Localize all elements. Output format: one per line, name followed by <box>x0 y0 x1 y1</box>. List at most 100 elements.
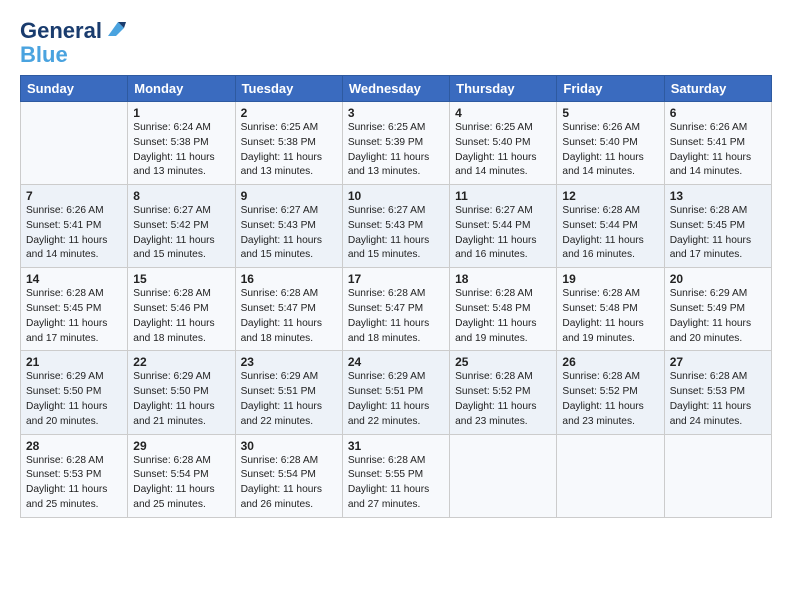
day-number: 16 <box>241 272 337 286</box>
day-info: Sunrise: 6:28 AM Sunset: 5:53 PM Dayligh… <box>26 454 122 513</box>
calendar-cell <box>557 434 664 517</box>
calendar-cell: 16Sunrise: 6:28 AM Sunset: 5:47 PM Dayli… <box>235 268 342 351</box>
day-number: 2 <box>241 106 337 120</box>
day-number: 10 <box>348 189 444 203</box>
calendar-cell: 11Sunrise: 6:27 AM Sunset: 5:44 PM Dayli… <box>450 185 557 268</box>
calendar-cell: 28Sunrise: 6:28 AM Sunset: 5:53 PM Dayli… <box>21 434 128 517</box>
day-info: Sunrise: 6:28 AM Sunset: 5:48 PM Dayligh… <box>562 287 658 346</box>
weekday-header: Wednesday <box>342 76 449 102</box>
day-number: 7 <box>26 189 122 203</box>
header: General Blue <box>20 18 772 67</box>
day-number: 19 <box>562 272 658 286</box>
day-number: 24 <box>348 355 444 369</box>
day-number: 17 <box>348 272 444 286</box>
day-info: Sunrise: 6:25 AM Sunset: 5:40 PM Dayligh… <box>455 121 551 180</box>
calendar-cell: 23Sunrise: 6:29 AM Sunset: 5:51 PM Dayli… <box>235 351 342 434</box>
calendar-cell: 7Sunrise: 6:26 AM Sunset: 5:41 PM Daylig… <box>21 185 128 268</box>
calendar-week-row: 14Sunrise: 6:28 AM Sunset: 5:45 PM Dayli… <box>21 268 772 351</box>
calendar-cell <box>450 434 557 517</box>
day-info: Sunrise: 6:28 AM Sunset: 5:48 PM Dayligh… <box>455 287 551 346</box>
day-info: Sunrise: 6:26 AM Sunset: 5:41 PM Dayligh… <box>670 121 766 180</box>
weekday-header: Tuesday <box>235 76 342 102</box>
calendar-cell: 18Sunrise: 6:28 AM Sunset: 5:48 PM Dayli… <box>450 268 557 351</box>
calendar-cell: 5Sunrise: 6:26 AM Sunset: 5:40 PM Daylig… <box>557 102 664 185</box>
day-info: Sunrise: 6:28 AM Sunset: 5:53 PM Dayligh… <box>670 370 766 429</box>
calendar-cell: 10Sunrise: 6:27 AM Sunset: 5:43 PM Dayli… <box>342 185 449 268</box>
calendar-cell: 8Sunrise: 6:27 AM Sunset: 5:42 PM Daylig… <box>128 185 235 268</box>
day-info: Sunrise: 6:28 AM Sunset: 5:46 PM Dayligh… <box>133 287 229 346</box>
day-info: Sunrise: 6:28 AM Sunset: 5:44 PM Dayligh… <box>562 204 658 263</box>
weekday-header: Sunday <box>21 76 128 102</box>
calendar-cell: 26Sunrise: 6:28 AM Sunset: 5:52 PM Dayli… <box>557 351 664 434</box>
day-number: 18 <box>455 272 551 286</box>
day-info: Sunrise: 6:28 AM Sunset: 5:47 PM Dayligh… <box>348 287 444 346</box>
day-number: 6 <box>670 106 766 120</box>
day-info: Sunrise: 6:29 AM Sunset: 5:51 PM Dayligh… <box>241 370 337 429</box>
day-info: Sunrise: 6:29 AM Sunset: 5:51 PM Dayligh… <box>348 370 444 429</box>
day-number: 9 <box>241 189 337 203</box>
calendar-cell: 22Sunrise: 6:29 AM Sunset: 5:50 PM Dayli… <box>128 351 235 434</box>
calendar-cell: 20Sunrise: 6:29 AM Sunset: 5:49 PM Dayli… <box>664 268 771 351</box>
calendar-cell: 6Sunrise: 6:26 AM Sunset: 5:41 PM Daylig… <box>664 102 771 185</box>
calendar-week-row: 28Sunrise: 6:28 AM Sunset: 5:53 PM Dayli… <box>21 434 772 517</box>
day-number: 4 <box>455 106 551 120</box>
day-number: 11 <box>455 189 551 203</box>
day-number: 28 <box>26 439 122 453</box>
day-info: Sunrise: 6:25 AM Sunset: 5:38 PM Dayligh… <box>241 121 337 180</box>
logo-blue: Blue <box>20 42 68 67</box>
calendar-cell: 13Sunrise: 6:28 AM Sunset: 5:45 PM Dayli… <box>664 185 771 268</box>
day-number: 23 <box>241 355 337 369</box>
day-info: Sunrise: 6:28 AM Sunset: 5:52 PM Dayligh… <box>562 370 658 429</box>
calendar-week-row: 7Sunrise: 6:26 AM Sunset: 5:41 PM Daylig… <box>21 185 772 268</box>
day-info: Sunrise: 6:27 AM Sunset: 5:44 PM Dayligh… <box>455 204 551 263</box>
day-info: Sunrise: 6:25 AM Sunset: 5:39 PM Dayligh… <box>348 121 444 180</box>
day-number: 26 <box>562 355 658 369</box>
day-number: 30 <box>241 439 337 453</box>
calendar-cell: 31Sunrise: 6:28 AM Sunset: 5:55 PM Dayli… <box>342 434 449 517</box>
calendar-cell <box>664 434 771 517</box>
day-info: Sunrise: 6:28 AM Sunset: 5:47 PM Dayligh… <box>241 287 337 346</box>
day-number: 3 <box>348 106 444 120</box>
calendar-cell: 21Sunrise: 6:29 AM Sunset: 5:50 PM Dayli… <box>21 351 128 434</box>
calendar-cell: 12Sunrise: 6:28 AM Sunset: 5:44 PM Dayli… <box>557 185 664 268</box>
calendar-cell <box>21 102 128 185</box>
day-number: 21 <box>26 355 122 369</box>
calendar-cell: 15Sunrise: 6:28 AM Sunset: 5:46 PM Dayli… <box>128 268 235 351</box>
weekday-header: Thursday <box>450 76 557 102</box>
day-number: 20 <box>670 272 766 286</box>
day-info: Sunrise: 6:27 AM Sunset: 5:42 PM Dayligh… <box>133 204 229 263</box>
day-info: Sunrise: 6:28 AM Sunset: 5:54 PM Dayligh… <box>241 454 337 513</box>
day-info: Sunrise: 6:26 AM Sunset: 5:40 PM Dayligh… <box>562 121 658 180</box>
calendar-cell: 2Sunrise: 6:25 AM Sunset: 5:38 PM Daylig… <box>235 102 342 185</box>
calendar-cell: 29Sunrise: 6:28 AM Sunset: 5:54 PM Dayli… <box>128 434 235 517</box>
calendar-cell: 17Sunrise: 6:28 AM Sunset: 5:47 PM Dayli… <box>342 268 449 351</box>
day-info: Sunrise: 6:26 AM Sunset: 5:41 PM Dayligh… <box>26 204 122 263</box>
day-info: Sunrise: 6:28 AM Sunset: 5:45 PM Dayligh… <box>26 287 122 346</box>
day-number: 29 <box>133 439 229 453</box>
day-info: Sunrise: 6:29 AM Sunset: 5:50 PM Dayligh… <box>26 370 122 429</box>
day-number: 1 <box>133 106 229 120</box>
logo-icon <box>104 18 126 40</box>
day-number: 8 <box>133 189 229 203</box>
calendar-cell: 19Sunrise: 6:28 AM Sunset: 5:48 PM Dayli… <box>557 268 664 351</box>
day-info: Sunrise: 6:28 AM Sunset: 5:45 PM Dayligh… <box>670 204 766 263</box>
day-info: Sunrise: 6:28 AM Sunset: 5:52 PM Dayligh… <box>455 370 551 429</box>
calendar-cell: 3Sunrise: 6:25 AM Sunset: 5:39 PM Daylig… <box>342 102 449 185</box>
day-info: Sunrise: 6:29 AM Sunset: 5:50 PM Dayligh… <box>133 370 229 429</box>
day-number: 27 <box>670 355 766 369</box>
day-number: 15 <box>133 272 229 286</box>
calendar-cell: 25Sunrise: 6:28 AM Sunset: 5:52 PM Dayli… <box>450 351 557 434</box>
header-row: SundayMondayTuesdayWednesdayThursdayFrid… <box>21 76 772 102</box>
day-info: Sunrise: 6:28 AM Sunset: 5:54 PM Dayligh… <box>133 454 229 513</box>
logo: General Blue <box>20 18 126 67</box>
day-info: Sunrise: 6:24 AM Sunset: 5:38 PM Dayligh… <box>133 121 229 180</box>
page: General Blue SundayMondayTuesdayWednesda… <box>0 0 792 612</box>
weekday-header: Friday <box>557 76 664 102</box>
calendar-week-row: 21Sunrise: 6:29 AM Sunset: 5:50 PM Dayli… <box>21 351 772 434</box>
calendar-cell: 27Sunrise: 6:28 AM Sunset: 5:53 PM Dayli… <box>664 351 771 434</box>
day-number: 31 <box>348 439 444 453</box>
day-number: 22 <box>133 355 229 369</box>
calendar-week-row: 1Sunrise: 6:24 AM Sunset: 5:38 PM Daylig… <box>21 102 772 185</box>
weekday-header: Saturday <box>664 76 771 102</box>
day-info: Sunrise: 6:27 AM Sunset: 5:43 PM Dayligh… <box>241 204 337 263</box>
